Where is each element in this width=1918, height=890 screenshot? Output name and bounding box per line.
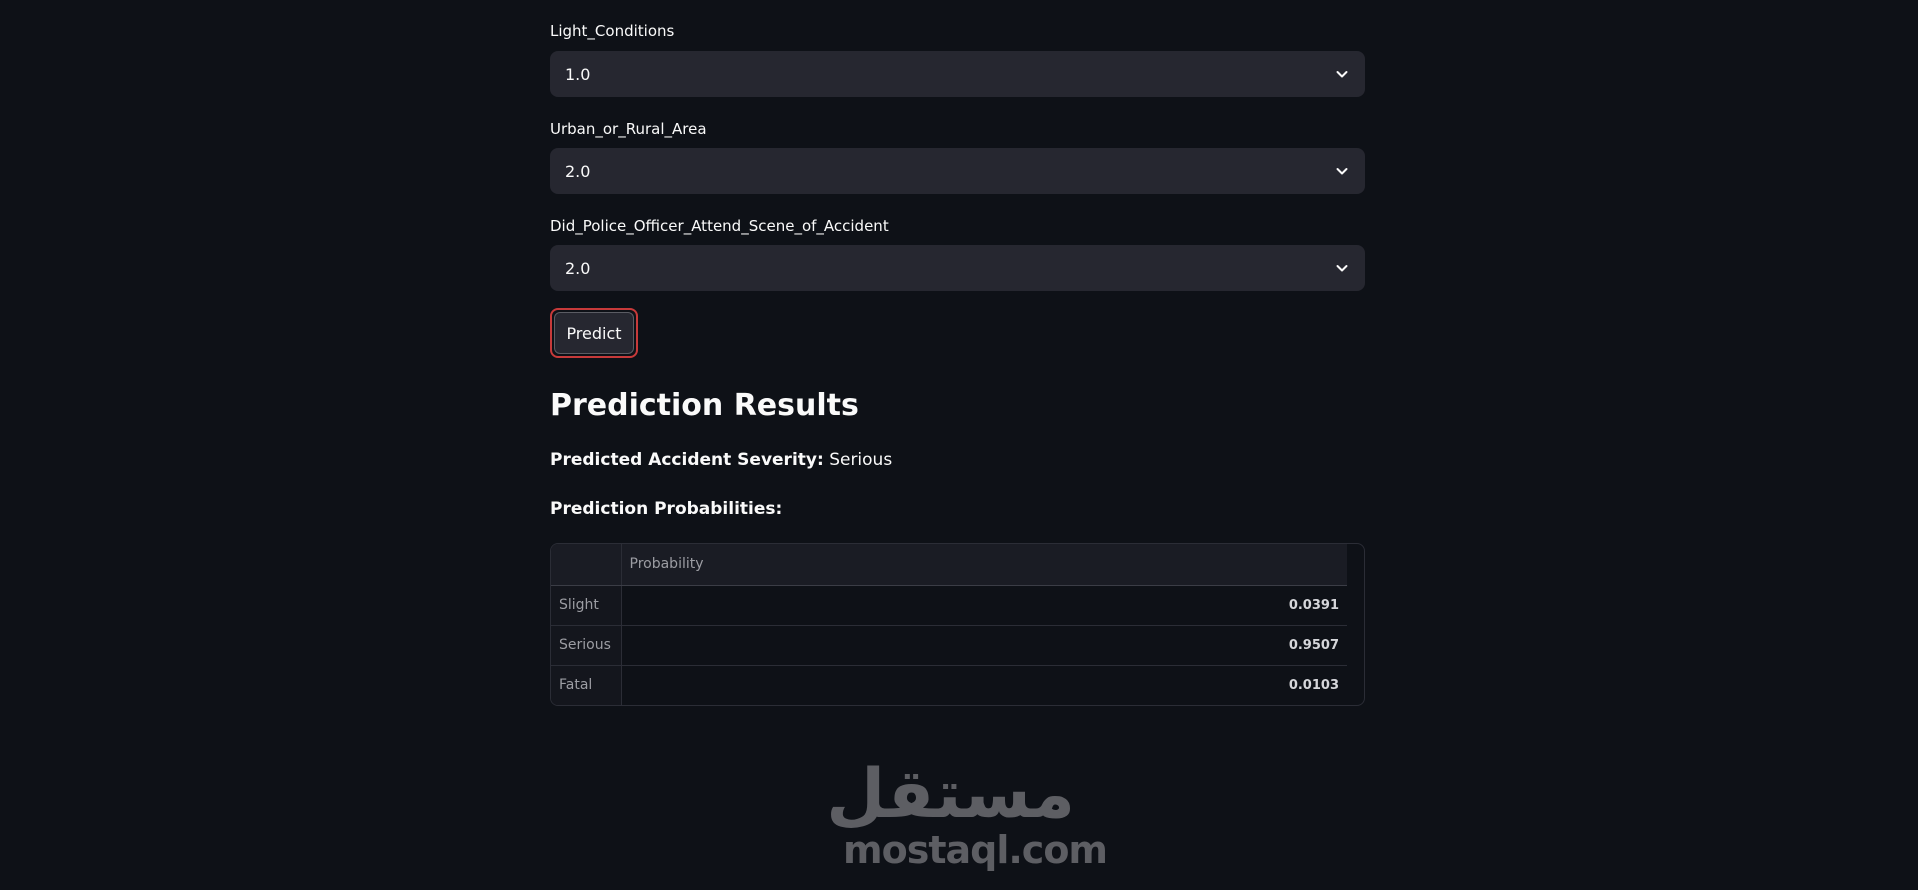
chevron-down-icon — [1335, 67, 1349, 81]
probabilities-table[interactable]: Probability Slight 0.0391 Serious 0.9507… — [550, 543, 1365, 706]
field-label: Urban_or_Rural_Area — [550, 120, 707, 138]
police-attend-select[interactable]: 2.0 — [550, 245, 1365, 291]
table-header-row: Probability — [551, 544, 1347, 586]
table-row: Slight 0.0391 — [551, 585, 1347, 625]
severity-label: Predicted Accident Severity: — [550, 450, 824, 470]
row-label: Serious — [551, 625, 622, 665]
predict-button-label: Predict — [554, 312, 634, 354]
table-row: Fatal 0.0103 — [551, 665, 1347, 705]
row-label: Fatal — [551, 665, 622, 705]
light-conditions-select[interactable]: 1.0 — [550, 51, 1365, 97]
watermark-arabic: مستقل — [826, 755, 1075, 834]
row-value[interactable]: 0.9507 — [621, 625, 1347, 665]
field-label: Light_Conditions — [550, 22, 675, 40]
predicted-severity: Predicted Accident Severity: Serious — [550, 448, 892, 472]
chevron-down-icon — [1335, 261, 1349, 275]
results-title: Prediction Results — [550, 388, 859, 423]
index-header — [551, 544, 622, 586]
column-header-probability[interactable]: Probability — [621, 544, 1347, 586]
predict-button[interactable]: Predict — [550, 308, 638, 358]
table-row: Serious 0.9507 — [551, 625, 1347, 665]
chevron-down-icon — [1335, 164, 1349, 178]
mostaql-watermark: مستقل mostaql.com — [826, 755, 1108, 875]
probabilities-label: Prediction Probabilities: — [550, 499, 783, 519]
row-label: Slight — [551, 585, 622, 625]
select-value: 2.0 — [565, 161, 591, 181]
field-label: Did_Police_Officer_Attend_Scene_of_Accid… — [550, 217, 889, 235]
watermark-latin: mostaql.com — [843, 828, 1108, 872]
row-value[interactable]: 0.0391 — [621, 585, 1347, 625]
urban-rural-select[interactable]: 2.0 — [550, 148, 1365, 194]
select-value: 1.0 — [565, 64, 591, 84]
row-value[interactable]: 0.0103 — [621, 665, 1347, 705]
select-value: 2.0 — [565, 258, 591, 278]
severity-value: Serious — [829, 450, 893, 470]
